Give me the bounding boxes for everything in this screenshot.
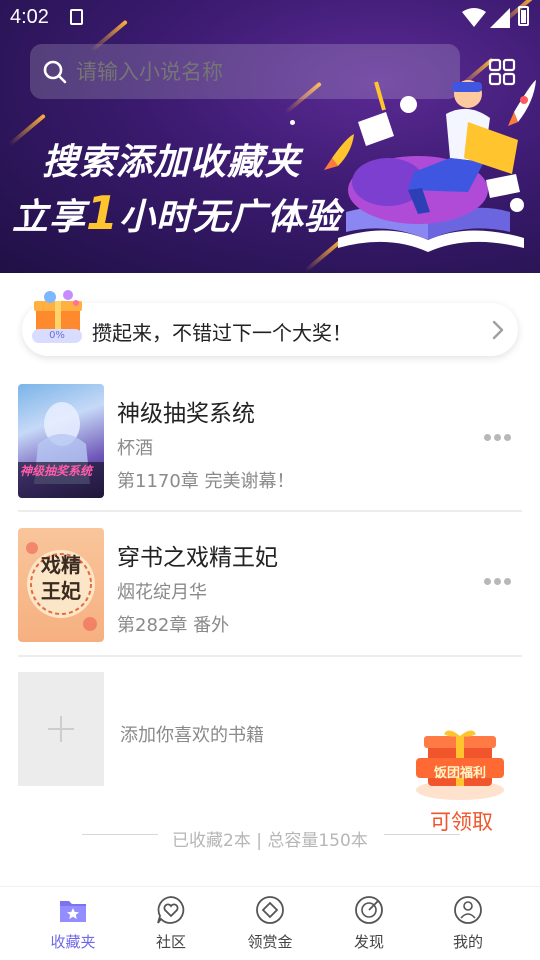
collection-stats: 已收藏2本 | 总容量150本	[172, 831, 368, 851]
promo-prefix: 立享	[12, 197, 87, 238]
search-icon	[43, 60, 67, 83]
promo-highlight: 1	[86, 186, 120, 240]
bookmark-folder-icon	[60, 901, 86, 922]
book-author: 杯酒	[117, 438, 153, 459]
divider	[18, 655, 522, 657]
nav-profile[interactable]: 我的	[423, 895, 513, 957]
status-time: 4:02	[10, 6, 49, 28]
nav-label: 社区	[155, 933, 186, 951]
welfare-claim-label[interactable]: 可领取	[430, 806, 493, 836]
nav-community[interactable]: 社区	[126, 895, 216, 957]
heart-chat-icon	[157, 896, 185, 924]
divider	[82, 834, 158, 835]
bookshelf-screen: 4:02 搜索添加收藏夹 立享1小时无广体验	[0, 0, 540, 960]
divider	[18, 510, 522, 512]
nav-reward[interactable]: 领赏金	[225, 895, 315, 957]
meteor-decoration	[8, 113, 46, 147]
notification-icon	[70, 9, 83, 25]
diamond-icon	[256, 896, 284, 924]
plus-icon	[48, 716, 74, 742]
book-item[interactable]: 戏精王妃 穿书之戏精王妃 烟花绽月华 第282章 番外	[18, 528, 522, 656]
cover-art	[18, 402, 104, 498]
book-title[interactable]: 穿书之戏精王妃	[117, 538, 278, 572]
user-icon	[454, 896, 482, 924]
nav-discover[interactable]: 发现	[324, 895, 414, 957]
star-decoration	[290, 120, 295, 125]
add-book-button[interactable]	[18, 672, 104, 786]
book-latest-chapter: 第1170章 完美谢幕！	[117, 471, 295, 492]
promo-headline: 搜索添加收藏夹	[42, 142, 302, 183]
book-latest-chapter: 第282章 番外	[117, 615, 230, 636]
cover-title-text: 神级抽奖系统	[20, 464, 93, 478]
book-cover[interactable]: 神级抽奖系统	[18, 384, 104, 498]
battery-icon	[518, 6, 529, 26]
divider	[384, 834, 460, 835]
nav-bookshelf[interactable]: 收藏夹	[28, 895, 118, 957]
nav-label: 我的	[452, 933, 483, 951]
status-bar: 4:02	[0, 0, 540, 36]
nav-label: 发现	[353, 933, 384, 951]
more-options-icon[interactable]	[484, 434, 512, 442]
chevron-right-icon[interactable]	[488, 319, 508, 341]
add-book-label[interactable]: 添加你喜欢的书籍	[120, 721, 264, 747]
lottery-progress: 0%	[32, 329, 82, 343]
welfare-badge: 饭团福利	[433, 766, 486, 781]
lottery-bar[interactable]: 0% 攒起来，不错过下一个大奖！	[22, 290, 518, 356]
book-item[interactable]: 神级抽奖系统 神级抽奖系统 杯酒 第1170章 完美谢幕！	[18, 384, 522, 512]
promo-subheadline: 立享1小时无广体验	[12, 186, 341, 240]
book-cover[interactable]: 戏精王妃	[18, 528, 104, 642]
signal-icon	[490, 8, 510, 28]
more-options-icon[interactable]	[484, 578, 512, 586]
nav-label: 领赏金	[247, 933, 293, 951]
book-title[interactable]: 神级抽奖系统	[117, 394, 255, 428]
wifi-icon	[462, 8, 486, 27]
bottom-navigation: 收藏夹 社区 领赏金 发现 我的	[0, 886, 540, 960]
promo-banner[interactable]: 4:02 搜索添加收藏夹 立享1小时无广体验	[0, 0, 540, 273]
reading-illustration	[324, 80, 536, 252]
book-author: 烟花绽月华	[117, 582, 207, 603]
lottery-text: 攒起来，不错过下一个大奖！	[92, 321, 352, 345]
compass-icon	[355, 896, 383, 924]
nav-label: 收藏夹	[50, 933, 96, 951]
cover-title-text: 戏精王妃	[41, 553, 81, 603]
promo-suffix: 小时无广体验	[119, 197, 342, 238]
